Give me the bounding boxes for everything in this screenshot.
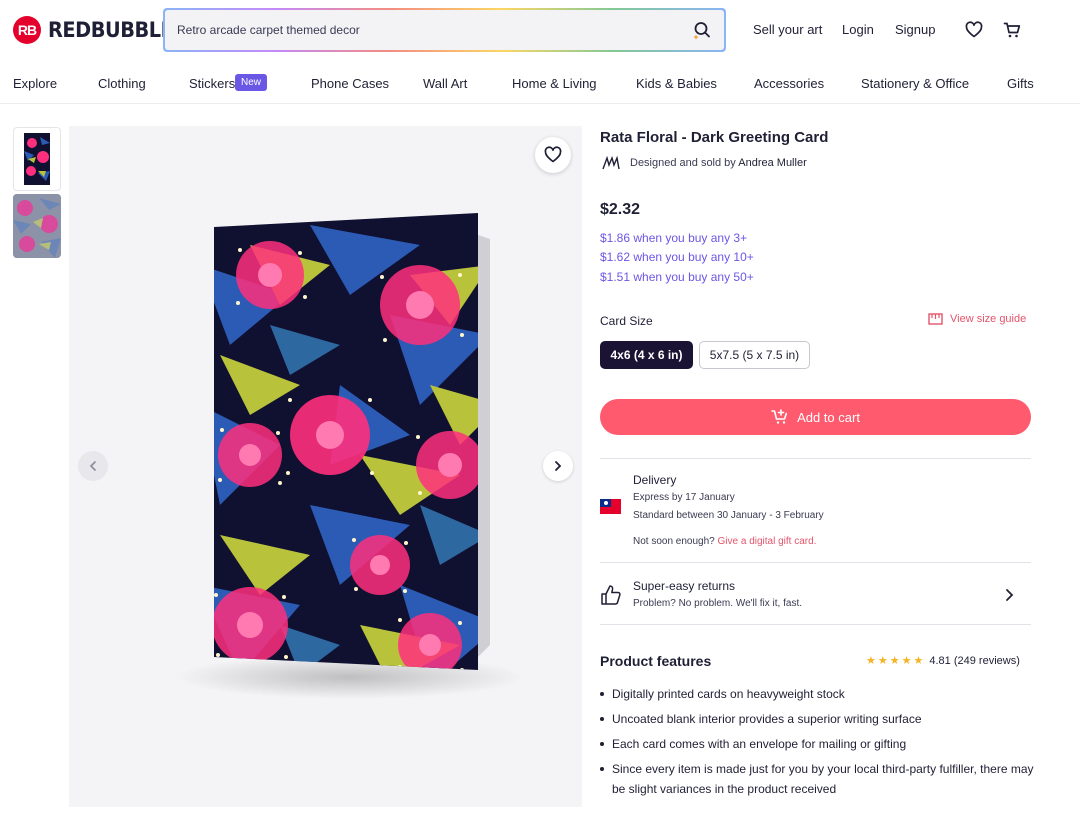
nav-item-home-living[interactable]: Home & Living xyxy=(512,76,597,91)
search-icon[interactable] xyxy=(692,20,712,40)
product-title: Rata Floral - Dark Greeting Card xyxy=(600,129,829,146)
bulk-price-tier: $1.51 when you buy any 50+ xyxy=(600,270,754,284)
returns-title[interactable]: Super-easy returns xyxy=(633,579,735,593)
returns-subtitle: Problem? No problem. We'll fix it, fast. xyxy=(633,598,803,609)
designed-by-prefix: Designed and sold by xyxy=(630,157,736,169)
signup-link[interactable]: Signup xyxy=(895,22,935,37)
chevron-left-icon xyxy=(89,461,96,471)
favorite-button[interactable] xyxy=(535,137,571,173)
logo-text: REDBUBBLE xyxy=(48,18,174,42)
cart-icon[interactable] xyxy=(1002,20,1022,40)
nav-item-stickers[interactable]: Stickers xyxy=(189,76,235,91)
nav-item-explore[interactable]: Explore xyxy=(13,76,57,91)
nav-item-accessories[interactable]: Accessories xyxy=(754,76,824,91)
new-badge: New xyxy=(235,74,268,91)
divider xyxy=(600,624,1031,625)
feature-item: Since every item is made just for you by… xyxy=(600,759,1040,799)
greeting-card-image xyxy=(175,213,520,699)
thumbs-up-icon xyxy=(601,585,621,605)
redbubble-logo[interactable]: RB REDBUBBLE xyxy=(13,16,184,44)
star-icon: ★ xyxy=(889,655,900,667)
gift-card-line: Not soon enough? Give a digital gift car… xyxy=(633,536,816,547)
gift-card-link[interactable]: Give a digital gift card. xyxy=(718,536,817,547)
heart-icon[interactable] xyxy=(964,20,984,40)
search-bar xyxy=(163,8,726,52)
card-size-label: Card Size xyxy=(600,314,653,328)
feature-item: Each card comes with an envelope for mai… xyxy=(600,734,1040,754)
next-image-button[interactable] xyxy=(543,451,573,481)
login-link[interactable]: Login xyxy=(842,22,874,37)
site-header: RB REDBUBBLE Sell your art Login Signup xyxy=(0,0,1080,60)
nav-item-phone-cases[interactable]: Phone Cases xyxy=(311,76,389,91)
sell-your-art-link[interactable]: Sell your art xyxy=(753,22,822,37)
previous-image-button[interactable] xyxy=(78,451,108,481)
add-to-cart-label: Add to cart xyxy=(797,409,860,425)
features-list: Digitally printed cards on heavyweight s… xyxy=(600,684,1040,804)
taiwan-flag-icon xyxy=(600,499,621,514)
chevron-right-icon xyxy=(555,461,562,471)
product-price: $2.32 xyxy=(600,201,641,218)
feature-item: Digitally printed cards on heavyweight s… xyxy=(600,684,1040,704)
thumbnail-card-front[interactable] xyxy=(13,127,61,191)
star-icon: ★ xyxy=(901,655,912,667)
add-to-cart-button[interactable]: Add to cart xyxy=(600,399,1031,435)
divider xyxy=(600,562,1031,563)
heart-icon xyxy=(544,146,562,163)
artist-avatar-icon[interactable] xyxy=(602,156,620,170)
product-features-title: Product features xyxy=(600,653,712,669)
designer-name-link[interactable]: Andrea Muller xyxy=(738,157,806,169)
delivery-title: Delivery xyxy=(633,473,677,487)
bulk-price-tier: $1.62 when you buy any 10+ xyxy=(600,250,754,264)
bulk-price-tier: $1.86 when you buy any 3+ xyxy=(600,231,748,245)
nav-item-clothing[interactable]: Clothing xyxy=(98,76,146,91)
designer-line: Designed and sold by Andrea Muller xyxy=(602,156,807,170)
nav-item-gifts[interactable]: Gifts xyxy=(1007,76,1034,91)
nav-item-kids-babies[interactable]: Kids & Babies xyxy=(636,76,717,91)
thumbnail-pattern[interactable] xyxy=(13,194,61,258)
nav-item-stationery-office[interactable]: Stationery & Office xyxy=(861,76,969,91)
feature-item: Uncoated blank interior provides a super… xyxy=(600,709,1040,729)
star-icon: ★ xyxy=(866,655,876,667)
size-guide-label: View size guide xyxy=(950,313,1027,325)
rating-summary[interactable]: ★ ★ ★ ★ ★ 4.81 (249 reviews) xyxy=(866,654,1020,668)
nav-item-wall-art[interactable]: Wall Art xyxy=(423,76,467,91)
designed-by-text: Designed and sold by Andrea Muller xyxy=(630,157,807,169)
size-option-5x7-5[interactable]: 5x7.5 (5 x 7.5 in) xyxy=(699,341,810,369)
star-icon: ★ xyxy=(877,655,888,667)
delivery-express: Express by 17 January xyxy=(633,492,735,503)
size-guide-link[interactable]: View size guide xyxy=(928,313,1026,325)
cart-plus-icon xyxy=(771,409,788,424)
search-input[interactable] xyxy=(177,23,692,37)
chevron-right-icon[interactable] xyxy=(1002,587,1016,603)
ruler-icon xyxy=(928,313,943,325)
size-option-4x6[interactable]: 4x6 (4 x 6 in) xyxy=(600,341,693,369)
star-icon: ★ xyxy=(913,655,924,667)
not-soon-text: Not soon enough? xyxy=(633,536,715,547)
category-nav: Explore Clothing Stickers New Phone Case… xyxy=(0,64,1080,104)
logo-mark: RB xyxy=(13,16,41,44)
delivery-standard: Standard between 30 January - 3 February xyxy=(633,510,824,521)
divider xyxy=(600,458,1031,459)
rating-text: 4.81 (249 reviews) xyxy=(929,654,1020,667)
